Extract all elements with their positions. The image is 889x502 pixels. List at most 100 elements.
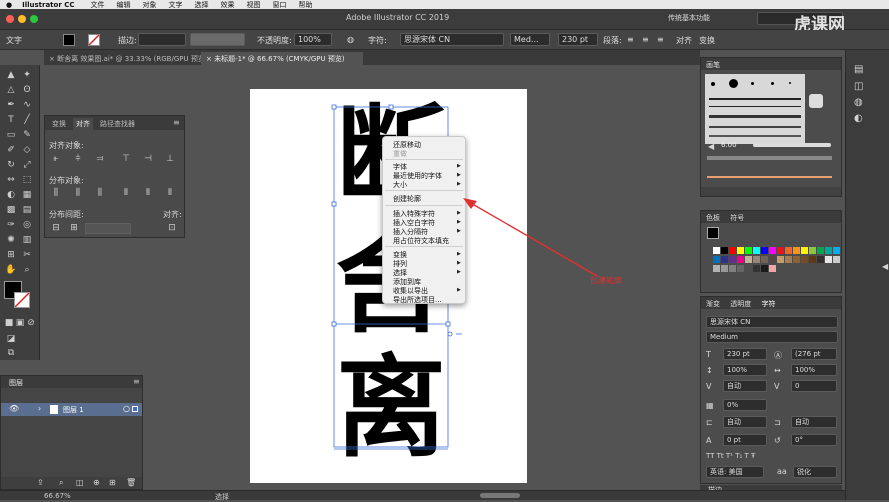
kerning-field[interactable]: 自动 (723, 380, 767, 392)
zoom-window-button[interactable] (30, 15, 38, 23)
swatch-cell[interactable] (769, 256, 776, 263)
horizontal-align-left-icon[interactable]: ⫦ (51, 154, 61, 165)
character-label[interactable]: 字符: (368, 35, 387, 46)
apple-icon[interactable]: ● (6, 1, 12, 9)
aki-right-field[interactable]: 自动 (791, 416, 837, 428)
vertical-align-center-icon[interactable]: ⊣ (143, 154, 153, 165)
horizontal-scale-field[interactable]: 100% (791, 364, 837, 376)
text-style-buttons[interactable]: TT Tt T¹ T₁ T Ŧ (706, 452, 755, 460)
swatch-cell[interactable] (745, 256, 752, 263)
layer-name[interactable]: 图层 1 (63, 405, 84, 415)
stroke-swatch[interactable] (88, 34, 100, 46)
antialias-field[interactable]: 锐化 (793, 466, 837, 478)
workspace-switcher[interactable]: 传统基本功能 (668, 13, 710, 23)
vertical-spacing-icon[interactable]: ⊟ (51, 223, 61, 234)
horizontal-align-center-icon[interactable]: ⫩ (73, 154, 83, 165)
swatch-cell[interactable] (745, 247, 752, 254)
free-transform-tool-icon[interactable]: ⬚ (21, 174, 33, 186)
swatch-cell[interactable] (729, 256, 736, 263)
brush-dot-tiny[interactable] (789, 82, 791, 84)
align-left-icon[interactable]: ≡ (627, 35, 634, 44)
swatch-cell[interactable] (729, 247, 736, 254)
brush-stroke[interactable] (709, 106, 801, 107)
libraries-icon[interactable]: ◫ (854, 81, 863, 92)
horizontal-scrollbar[interactable] (480, 493, 520, 498)
swatch-cell[interactable] (721, 265, 728, 272)
swatch-cell[interactable] (721, 247, 728, 254)
brush-stroke[interactable] (709, 115, 801, 118)
artboard-tool-icon[interactable]: ⊞ (5, 249, 17, 261)
lasso-tool-icon[interactable]: ʘ (21, 84, 33, 96)
swatch-cell[interactable] (713, 247, 720, 254)
globe-icon[interactable]: ◍ (347, 35, 354, 44)
collect-export-icon[interactable]: ⇪ (37, 478, 44, 487)
swatch-cell[interactable] (753, 247, 760, 254)
brush-library-area[interactable] (705, 74, 805, 144)
curvature-tool-icon[interactable]: ∿ (21, 99, 33, 111)
swatch-cell[interactable] (753, 256, 760, 263)
fill-swatch[interactable] (63, 34, 75, 46)
distribute-left-icon[interactable]: ⦀ (121, 188, 131, 199)
swatch-cell[interactable] (817, 247, 824, 254)
new-layer-icon[interactable]: ⊞ (109, 478, 116, 487)
line-tool-icon[interactable]: ╱ (21, 114, 33, 126)
tab-transform[interactable]: 变换 (49, 118, 69, 130)
zoom-tool-icon[interactable]: ⌕ (21, 264, 33, 276)
baseline-shift-field[interactable]: 0 pt (723, 434, 767, 446)
paintbrush-tool-icon[interactable]: ✎ (21, 129, 33, 141)
swatch-cell[interactable] (769, 247, 776, 254)
aki-left-field[interactable]: 自动 (723, 416, 767, 428)
distribute-bottom-icon[interactable]: ⫼ (95, 188, 105, 199)
language-field[interactable]: 英语: 美国 (706, 466, 764, 478)
brush-dot-small[interactable] (711, 82, 715, 86)
target-circle-icon[interactable]: ○ (123, 404, 130, 413)
font-family-field[interactable]: 思源宋体 CN (706, 316, 838, 328)
slice-tool-icon[interactable]: ✂ (21, 249, 33, 261)
layers-tab[interactable]: 图层 (9, 378, 23, 388)
swatch-cell[interactable] (729, 265, 736, 272)
brush-dot-tiny[interactable] (751, 82, 754, 85)
leading-field[interactable]: (276 pt (791, 348, 837, 360)
font-family-field[interactable]: 思源宋体 CN (400, 33, 504, 46)
swatch-cell[interactable] (793, 247, 800, 254)
align-button[interactable]: 对齐 (676, 35, 692, 46)
draw-mode-icon[interactable]: ◪ (5, 333, 17, 345)
tab-gradient[interactable]: 渐变 (706, 300, 720, 308)
menu-item-create-outlines[interactable]: 创建轮廓 (393, 194, 421, 204)
scale-tool-icon[interactable]: ⤢ (21, 159, 33, 171)
font-size-field[interactable]: 230 pt (558, 33, 598, 46)
spacing-value-field[interactable] (85, 223, 131, 234)
shaper-tool-icon[interactable]: ✐ (5, 144, 17, 156)
panel-menu-icon[interactable]: ≡ (173, 118, 180, 127)
swatch-cell[interactable] (825, 247, 832, 254)
horizontal-align-right-icon[interactable]: ⫤ (95, 154, 105, 165)
swatch-cell[interactable] (737, 265, 744, 272)
brushes-tab[interactable]: 画笔 (706, 61, 720, 69)
swatch-cell[interactable] (817, 256, 824, 263)
current-fill-swatch[interactable] (707, 227, 719, 239)
rotate-tool-icon[interactable]: ↻ (5, 159, 17, 171)
hand-tool-icon[interactable]: ✋ (5, 264, 17, 276)
magic-wand-tool-icon[interactable]: ✦ (21, 69, 33, 81)
delete-layer-icon[interactable]: 🗑 (126, 478, 136, 487)
eyedropper-tool-icon[interactable]: ✑ (5, 219, 17, 231)
clipping-mask-icon[interactable]: ◫ (76, 478, 84, 487)
pen-tool-icon[interactable]: ✒ (5, 99, 17, 111)
menu-item-fill-placeholder[interactable]: 用占位符文本填充 (393, 236, 449, 246)
tab-symbols[interactable]: 符号 (730, 214, 744, 222)
tab-transparency[interactable]: 透明度 (730, 300, 751, 308)
tab-document-1[interactable]: × 断舍离 效果图.ai* @ 33.33% (RGB/GPU 预览) (44, 52, 208, 65)
swatch-cell[interactable] (809, 256, 816, 263)
brush-stroke[interactable] (709, 126, 801, 128)
swatch-cell[interactable] (745, 265, 752, 272)
stroke-weight-field[interactable] (138, 33, 186, 46)
rectangle-tool-icon[interactable]: ▭ (5, 129, 17, 141)
font-style-field[interactable]: Med... (510, 33, 550, 46)
stroke-color-swatch[interactable] (14, 292, 30, 308)
brush-charcoal-stroke[interactable] (753, 143, 831, 147)
brush-stroke[interactable] (709, 98, 801, 100)
opacity-field[interactable]: 100% (294, 33, 332, 46)
rotation-field[interactable]: 0° (791, 434, 837, 446)
swatch-cell[interactable] (801, 247, 808, 254)
swatch-cell[interactable] (825, 256, 832, 263)
